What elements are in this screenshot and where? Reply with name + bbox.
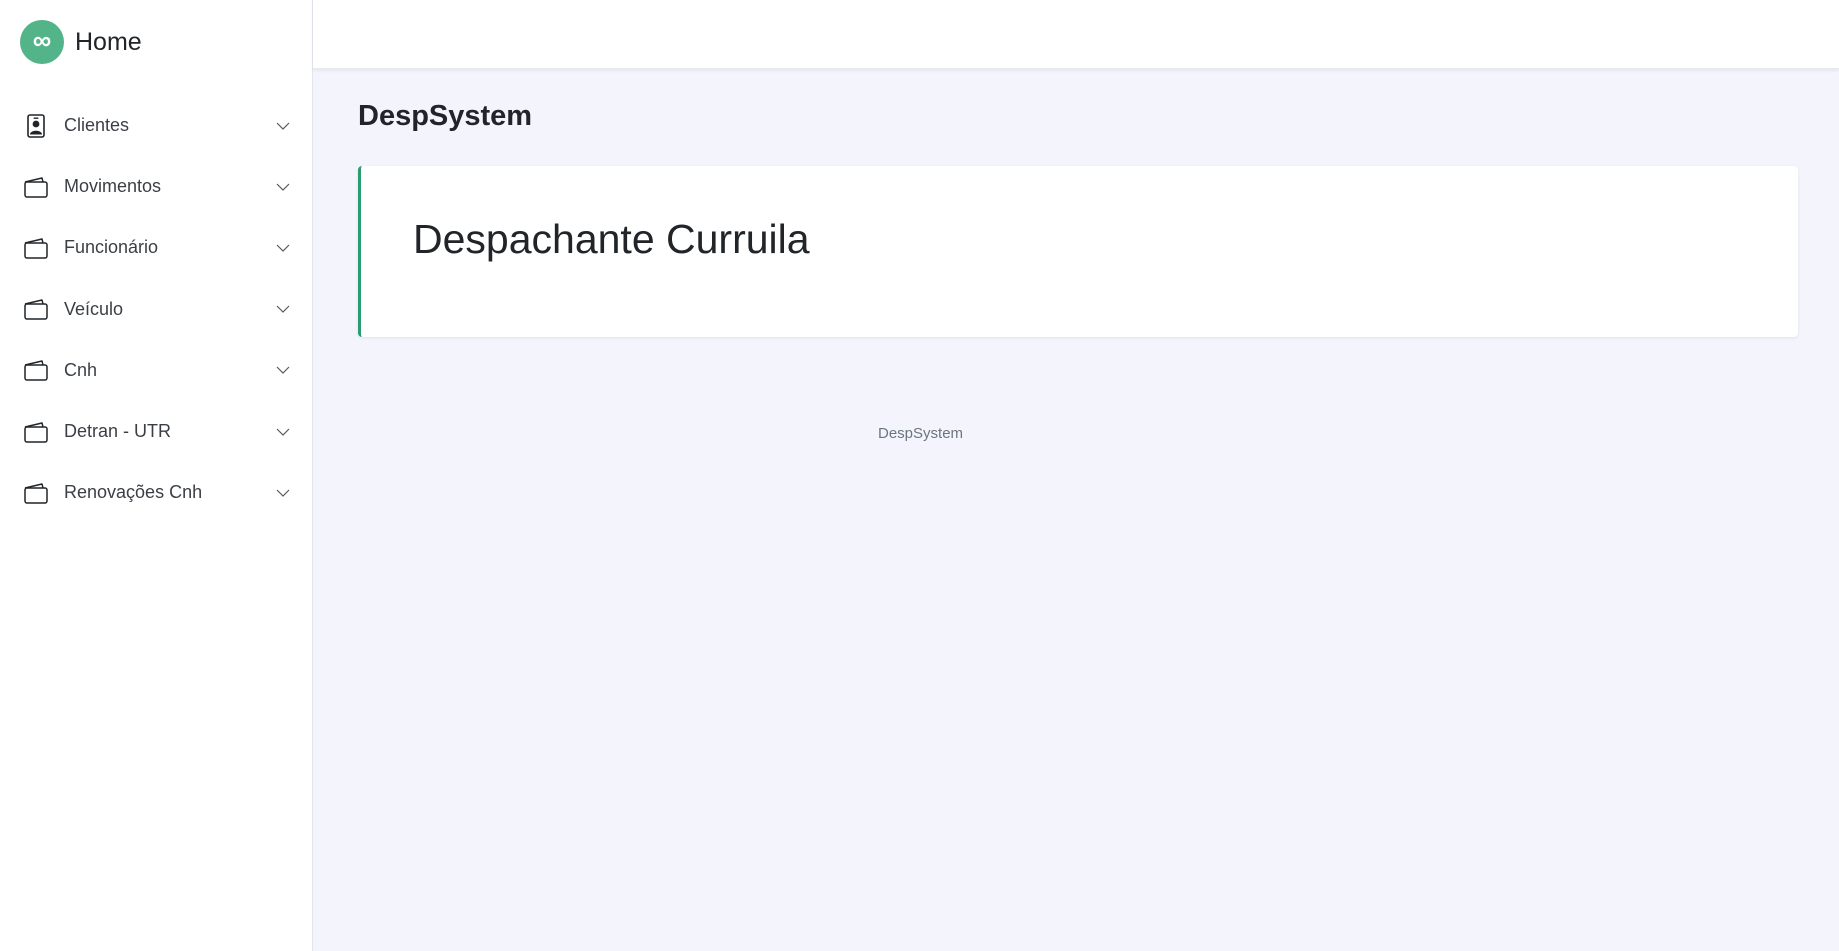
chevron-down-icon xyxy=(276,305,290,314)
page-title: DespSystem xyxy=(358,100,533,132)
wallet-icon xyxy=(24,360,48,382)
wallet-icon xyxy=(24,421,48,443)
top-bar xyxy=(313,0,1839,69)
wallet-icon xyxy=(24,238,48,259)
chevron-down-icon xyxy=(276,428,290,436)
chevron-down-icon xyxy=(276,489,290,497)
sidebar-nav: Clientes Movimentos Funcionário Veículo … xyxy=(0,95,312,523)
sidebar-item-renovacoes-cnh[interactable]: Renovações Cnh xyxy=(0,462,312,523)
brand-title: Home xyxy=(75,27,142,56)
sidebar-item-clientes[interactable]: Clientes xyxy=(0,95,312,156)
sidebar-item-veiculo[interactable]: Veículo xyxy=(0,279,312,340)
sidebar-item-label: Clientes xyxy=(64,115,130,136)
welcome-card: Despachante Curruila xyxy=(358,166,1798,337)
sidebar-item-label: Funcionário xyxy=(64,237,159,258)
sidebar-item-cnh[interactable]: Cnh xyxy=(0,340,312,401)
sidebar-item-label: Renovações Cnh xyxy=(64,482,203,503)
sidebar-item-detran-utr[interactable]: Detran - UTR xyxy=(0,401,312,462)
sidebar-item-funcionario[interactable]: Funcionário xyxy=(0,217,312,278)
sidebar-item-movimentos[interactable]: Movimentos xyxy=(0,156,312,217)
chevron-down-icon xyxy=(276,366,290,375)
sidebar-item-label: Cnh xyxy=(64,359,98,380)
person-badge-icon xyxy=(27,113,45,138)
footer-text: DespSystem xyxy=(878,425,964,442)
chevron-down-icon xyxy=(276,183,290,191)
wallet-icon xyxy=(24,177,48,198)
sidebar-item-label: Veículo xyxy=(64,298,124,319)
sidebar-item-label: Detran - UTR xyxy=(64,421,172,442)
sidebar-item-label: Movimentos xyxy=(64,176,162,197)
infinity-logo-icon: ∞ xyxy=(20,20,64,64)
card-heading: Despachante Curruila xyxy=(413,216,810,262)
chevron-down-icon xyxy=(276,244,290,252)
wallet-icon xyxy=(24,299,48,320)
home-link[interactable]: ∞ Home xyxy=(20,20,142,64)
wallet-icon xyxy=(24,482,48,504)
sidebar: ∞ Home Clientes Movimentos Funcionário V… xyxy=(0,0,313,951)
chevron-down-icon xyxy=(276,122,290,130)
